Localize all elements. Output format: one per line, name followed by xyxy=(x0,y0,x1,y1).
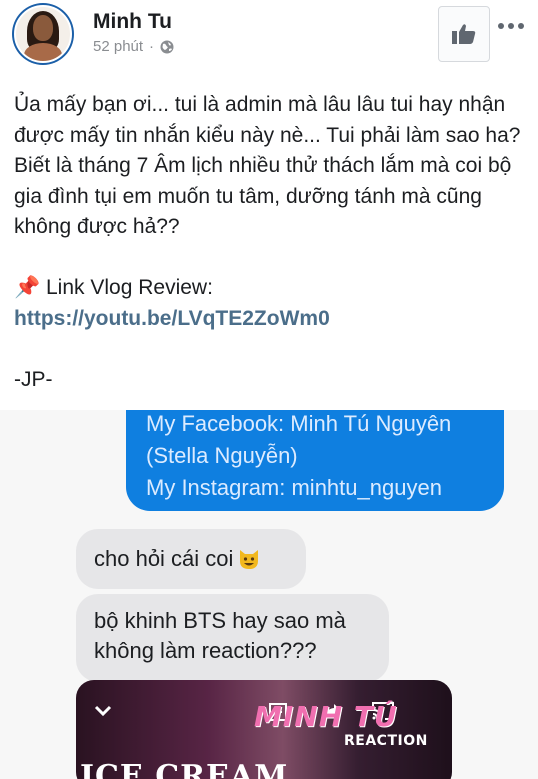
like-button[interactable] xyxy=(438,6,490,62)
received-text-1: cho hỏi cái coi xyxy=(94,546,234,571)
link-line: 📌 Link Vlog Review: https://youtu.be/LVq… xyxy=(14,273,529,334)
post-header: Minh Tu 52 phút · xyxy=(0,0,538,80)
chevron-down-icon[interactable] xyxy=(90,698,116,724)
link-label: Link Vlog Review: xyxy=(46,276,213,299)
sent-message-bubble: My Facebook: Minh Tú Nguyên (Stella Nguy… xyxy=(126,410,504,511)
author-name[interactable]: Minh Tu xyxy=(93,10,172,34)
video-caption: ICE CREAM xyxy=(80,759,289,779)
post-signature: -JP- xyxy=(14,367,53,391)
author-avatar[interactable] xyxy=(12,3,74,65)
post-paragraph-2: Biết là tháng 7 Âm lịch nhiều thử thách … xyxy=(14,154,512,238)
received-message-2: bộ khinh BTS hay sao mà không làm reacti… xyxy=(76,594,389,682)
chat-screenshot[interactable]: My Facebook: Minh Tú Nguyên (Stella Nguy… xyxy=(0,410,538,779)
video-title: MINH TÚ xyxy=(254,700,398,733)
received-message-1: cho hỏi cái coi xyxy=(76,529,306,589)
sent-line-2: (Stella Nguyễn) xyxy=(146,443,298,468)
avatar-photo xyxy=(14,5,72,63)
globe-icon xyxy=(160,40,174,53)
pin-icon: 📌 xyxy=(14,276,41,299)
grinning-cat-icon xyxy=(240,550,259,569)
sent-line-1: My Facebook: Minh Tú Nguyên xyxy=(146,411,452,436)
more-button[interactable] xyxy=(498,18,526,34)
more-icon xyxy=(498,23,504,29)
meta-separator: · xyxy=(149,38,155,55)
video-subtitle: REACTION xyxy=(344,733,428,749)
thumbs-up-icon xyxy=(452,24,476,44)
sent-line-3: My Instagram: minhtu_nguyen xyxy=(146,475,442,500)
post-body: Ủa mấy bạn ơi... tui là admin mà lâu lâu… xyxy=(14,90,529,395)
post-paragraph-1: Ủa mấy bạn ơi... tui là admin mà lâu lâu… xyxy=(14,93,521,147)
vlog-link[interactable]: https://youtu.be/LVqTE2ZoWm0 xyxy=(14,307,330,330)
post-meta: 52 phút · xyxy=(93,38,174,55)
video-preview[interactable]: MINH TÚ REACTION ICE CREAM xyxy=(76,680,452,779)
post-time[interactable]: 52 phút xyxy=(93,38,143,55)
